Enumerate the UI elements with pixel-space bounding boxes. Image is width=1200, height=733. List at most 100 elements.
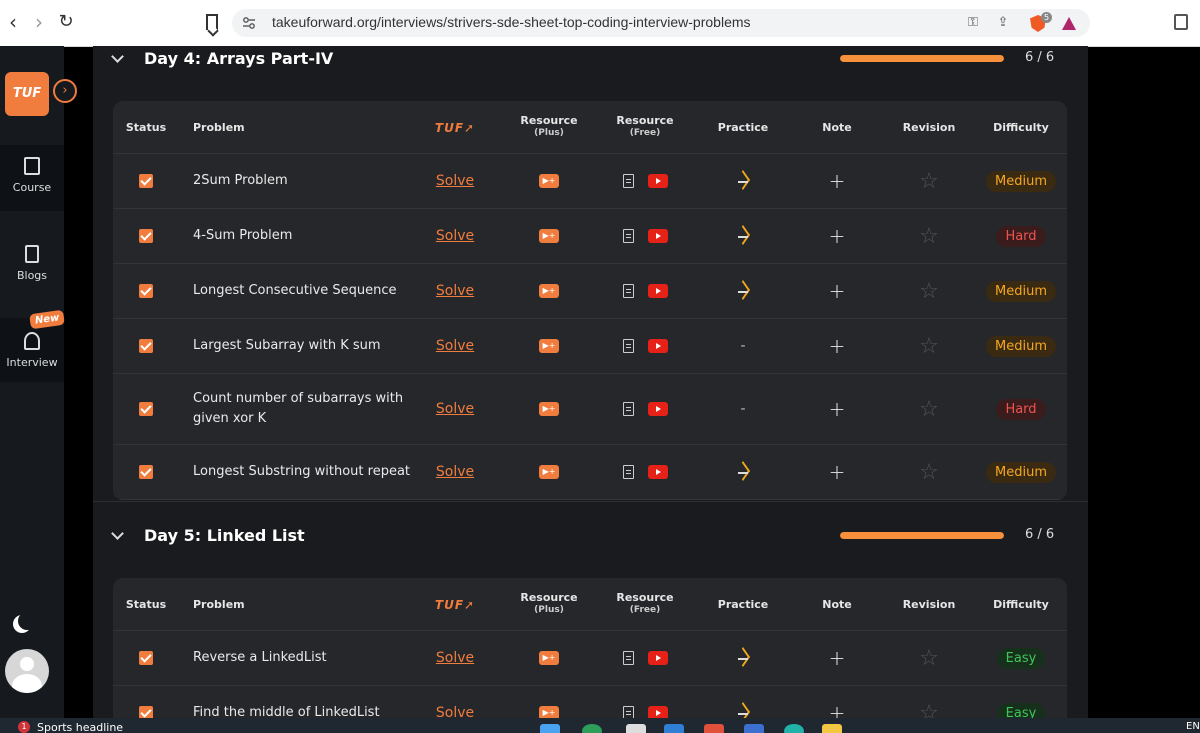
add-note-icon[interactable]: + [829, 279, 846, 303]
solve-link[interactable]: Solve [436, 228, 474, 244]
plus-video-icon[interactable]: ▶+ [539, 339, 559, 353]
youtube-icon[interactable] [647, 465, 668, 479]
url-text[interactable]: takeuforward.org/interviews/strivers-sde… [272, 14, 751, 30]
solve-link[interactable]: Solve [436, 650, 474, 666]
star-icon[interactable]: ☆ [919, 646, 939, 671]
section-header[interactable]: Day 5: Linked List 6 / 6 [93, 523, 1088, 553]
add-note-icon[interactable]: + [829, 224, 846, 248]
star-icon[interactable]: ☆ [919, 460, 939, 485]
vscode-icon[interactable] [664, 724, 684, 733]
add-note-icon[interactable]: + [829, 397, 846, 421]
status-checkbox[interactable] [139, 651, 153, 665]
star-icon[interactable]: ☆ [919, 169, 939, 194]
plus-video-icon[interactable]: ▶+ [539, 651, 559, 665]
solve-link[interactable]: Solve [436, 705, 474, 718]
leetcode-icon[interactable] [736, 172, 750, 190]
sidebar-expand-button[interactable]: › [53, 79, 77, 103]
problem-name[interactable]: Longest Consecutive Sequence [193, 281, 397, 301]
password-key-icon[interactable]: ⚿ [964, 15, 982, 31]
status-checkbox[interactable] [139, 339, 153, 353]
chevron-down-icon[interactable] [111, 50, 124, 63]
problem-name[interactable]: Largest Subarray with K sum [193, 336, 381, 356]
leetcode-icon[interactable] [736, 649, 750, 667]
forward-icon[interactable]: › [28, 11, 50, 33]
article-icon[interactable] [622, 402, 634, 416]
chevron-down-icon[interactable] [111, 527, 124, 540]
add-note-icon[interactable]: + [829, 460, 846, 484]
status-checkbox[interactable] [139, 229, 153, 243]
problem-name[interactable]: 4-Sum Problem [193, 226, 292, 246]
status-checkbox[interactable] [139, 284, 153, 298]
plus-video-icon[interactable]: ▶+ [539, 284, 559, 298]
address-bar[interactable]: takeuforward.org/interviews/strivers-sde… [232, 9, 1090, 37]
sidebar-item-interview[interactable]: New Interview [0, 309, 66, 382]
star-icon[interactable]: ☆ [919, 397, 939, 422]
add-note-icon[interactable]: + [829, 334, 846, 358]
app-icon[interactable] [626, 724, 646, 733]
bookmark-icon[interactable] [206, 14, 218, 30]
star-icon[interactable]: ☆ [919, 224, 939, 249]
tuf-logo[interactable]: TUF [5, 72, 49, 116]
status-checkbox[interactable] [139, 402, 153, 416]
youtube-icon[interactable] [647, 706, 668, 718]
youtube-icon[interactable] [647, 284, 668, 298]
status-checkbox[interactable] [139, 174, 153, 188]
leetcode-icon[interactable] [736, 282, 750, 300]
youtube-icon[interactable] [647, 402, 668, 416]
plus-video-icon[interactable]: ▶+ [539, 465, 559, 479]
solve-link[interactable]: Solve [436, 338, 474, 354]
star-icon[interactable]: ☆ [919, 334, 939, 359]
problem-name[interactable]: Find the middle of LinkedList [193, 703, 380, 718]
solve-link[interactable]: Solve [436, 173, 474, 189]
leetcode-icon[interactable] [736, 704, 750, 718]
status-checkbox[interactable] [139, 706, 153, 718]
extensions-icon[interactable] [1174, 14, 1188, 30]
brave-rewards-icon[interactable] [1062, 17, 1076, 30]
reload-icon[interactable]: ↻ [55, 11, 77, 33]
app-icon[interactable] [744, 724, 764, 733]
article-icon[interactable] [622, 174, 634, 188]
youtube-icon[interactable] [647, 651, 668, 665]
plus-video-icon[interactable]: ▶+ [539, 229, 559, 243]
add-note-icon[interactable]: + [829, 169, 846, 193]
article-icon[interactable] [622, 651, 634, 665]
site-settings-icon[interactable] [242, 16, 256, 30]
solve-link[interactable]: Solve [436, 283, 474, 299]
leetcode-icon[interactable] [736, 227, 750, 245]
section-header[interactable]: Day 4: Arrays Part-IV 6 / 6 [93, 46, 1088, 76]
app-icon[interactable] [784, 724, 804, 733]
add-note-icon[interactable]: + [829, 701, 846, 718]
status-checkbox[interactable] [139, 465, 153, 479]
back-icon[interactable]: ‹ [2, 11, 24, 33]
edge-icon[interactable] [582, 724, 602, 733]
article-icon[interactable] [622, 339, 634, 353]
sidebar-item-blogs[interactable]: Blogs [0, 245, 64, 282]
dark-mode-toggle-icon[interactable] [18, 612, 36, 630]
sidebar-item-course[interactable]: Course [0, 145, 64, 211]
plus-video-icon[interactable]: ▶+ [539, 706, 559, 718]
solve-link[interactable]: Solve [436, 401, 474, 417]
youtube-icon[interactable] [647, 174, 668, 188]
file-explorer-icon[interactable] [822, 724, 842, 733]
problem-name[interactable]: Count number of subarrays with given xor… [193, 389, 413, 429]
solve-link[interactable]: Solve [436, 464, 474, 480]
brave-taskbar-icon[interactable] [704, 724, 724, 733]
article-icon[interactable] [622, 229, 634, 243]
star-icon[interactable]: ☆ [919, 279, 939, 304]
avatar[interactable] [5, 649, 49, 693]
language-indicator[interactable]: EN [1186, 721, 1200, 732]
article-icon[interactable] [622, 284, 634, 298]
share-icon[interactable]: ⇪ [994, 15, 1012, 31]
problem-name[interactable]: Reverse a LinkedList [193, 648, 327, 668]
problem-name[interactable]: Longest Substring without repeat [193, 462, 410, 482]
star-icon[interactable]: ☆ [919, 701, 939, 719]
news-widget[interactable]: Sports headline [37, 721, 123, 733]
article-icon[interactable] [622, 465, 634, 479]
youtube-icon[interactable] [647, 339, 668, 353]
start-icon[interactable] [540, 724, 560, 733]
plus-video-icon[interactable]: ▶+ [539, 174, 559, 188]
plus-video-icon[interactable]: ▶+ [539, 402, 559, 416]
problem-name[interactable]: 2Sum Problem [193, 171, 288, 191]
youtube-icon[interactable] [647, 229, 668, 243]
article-icon[interactable] [622, 706, 634, 718]
